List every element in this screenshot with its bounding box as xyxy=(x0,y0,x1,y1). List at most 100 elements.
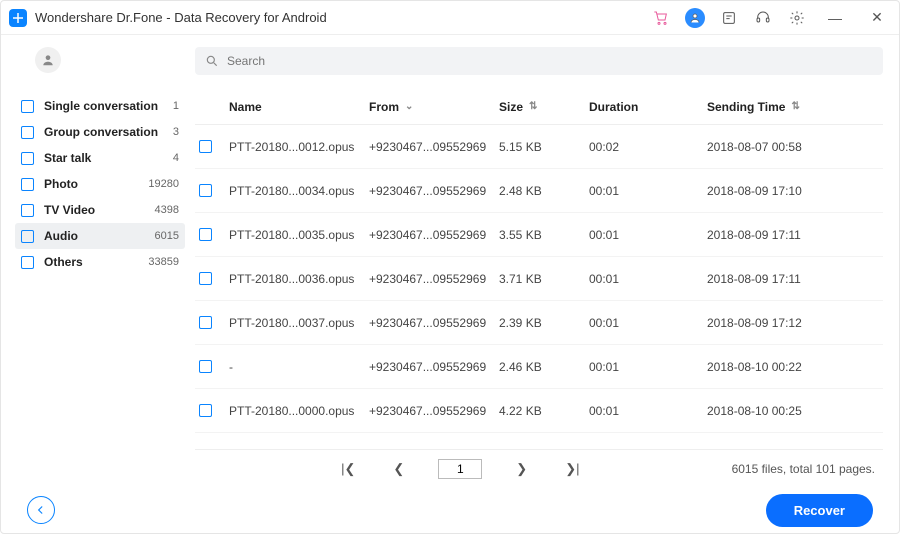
support-icon[interactable] xyxy=(753,8,773,28)
app-logo xyxy=(9,9,27,27)
sidebar-item-count: 33859 xyxy=(148,256,179,268)
cell-from: +9230467...09552969 xyxy=(369,404,499,418)
row-checkbox[interactable] xyxy=(199,404,212,417)
cell-sending-time: 2018-08-09 17:11 xyxy=(689,272,859,286)
cell-sending-time: 2018-08-09 17:12 xyxy=(689,316,859,330)
column-duration[interactable]: Duration xyxy=(589,100,689,114)
checkbox[interactable] xyxy=(21,256,34,269)
sidebar-item-single-conversation[interactable]: Single conversation1 xyxy=(15,93,185,119)
column-name[interactable]: Name xyxy=(229,100,369,114)
row-checkbox[interactable] xyxy=(199,228,212,241)
row-checkbox[interactable] xyxy=(199,316,212,329)
sidebar-item-count: 19280 xyxy=(148,178,179,190)
sidebar-item-count: 1 xyxy=(173,100,179,112)
pager-page-input[interactable] xyxy=(438,459,482,479)
checkbox[interactable] xyxy=(21,126,34,139)
pager-last-button[interactable]: ❯| xyxy=(561,459,583,479)
content-pane: Name From⌄ Size⇅ Duration Sending Time⇅ … xyxy=(191,35,899,487)
sidebar-item-label: Audio xyxy=(44,229,155,243)
cell-name: PTT-20180...0036.opus xyxy=(229,272,369,286)
cell-name: PTT-20180...0012.opus xyxy=(229,140,369,154)
row-checkbox[interactable] xyxy=(199,360,212,373)
titlebar-actions: — ✕ xyxy=(651,8,891,28)
cell-duration: 00:01 xyxy=(589,316,689,330)
cell-sending-time: 2018-08-10 00:22 xyxy=(689,360,859,374)
search-input[interactable] xyxy=(227,54,873,68)
sidebar-item-count: 4 xyxy=(173,152,179,164)
close-button[interactable]: ✕ xyxy=(863,9,891,26)
user-avatar-icon[interactable] xyxy=(685,8,705,28)
pager-next-button[interactable]: ❯ xyxy=(512,459,531,479)
cell-duration: 00:01 xyxy=(589,272,689,286)
cell-name: PTT-20180...0034.opus xyxy=(229,184,369,198)
recover-button[interactable]: Recover xyxy=(766,494,873,527)
settings-icon[interactable] xyxy=(787,8,807,28)
cell-sending-time: 2018-08-09 17:11 xyxy=(689,228,859,242)
table-header: Name From⌄ Size⇅ Duration Sending Time⇅ xyxy=(195,89,883,125)
cell-name: - xyxy=(229,360,369,374)
cell-size: 5.15 KB xyxy=(499,140,589,154)
table-row[interactable]: PTT-20180...0037.opus+9230467...09552969… xyxy=(195,301,883,345)
sidebar-item-count: 3 xyxy=(173,126,179,138)
row-checkbox[interactable] xyxy=(199,272,212,285)
search-field[interactable] xyxy=(195,47,883,75)
checkbox[interactable] xyxy=(21,100,34,113)
sidebar-item-label: Single conversation xyxy=(44,99,173,113)
checkbox[interactable] xyxy=(21,178,34,191)
arrow-left-icon xyxy=(34,503,48,517)
checkbox[interactable] xyxy=(21,204,34,217)
sidebar-item-star-talk[interactable]: Star talk4 xyxy=(15,145,185,171)
table-row[interactable]: -+9230467...095529692.46 KB00:012018-08-… xyxy=(195,345,883,389)
sidebar-item-others[interactable]: Others33859 xyxy=(15,249,185,275)
checkbox[interactable] xyxy=(21,230,34,243)
column-sending-time[interactable]: Sending Time⇅ xyxy=(689,100,800,114)
table-row[interactable]: PTT-20180...0000.opus+9230467...09552969… xyxy=(195,389,883,433)
cell-from: +9230467...09552969 xyxy=(369,272,499,286)
table-row[interactable]: PTT-20180...0012.opus+9230467...09552969… xyxy=(195,125,883,169)
cell-from: +9230467...09552969 xyxy=(369,228,499,242)
cell-size: 3.55 KB xyxy=(499,228,589,242)
cell-size: 2.48 KB xyxy=(499,184,589,198)
cart-icon[interactable] xyxy=(651,8,671,28)
cell-sending-time: 2018-08-10 00:25 xyxy=(689,404,859,418)
search-icon xyxy=(205,54,219,68)
app-title: Wondershare Dr.Fone - Data Recovery for … xyxy=(35,10,327,25)
sidebar-item-tv-video[interactable]: TV Video4398 xyxy=(15,197,185,223)
sort-icon: ⇅ xyxy=(791,101,799,112)
sidebar-item-photo[interactable]: Photo19280 xyxy=(15,171,185,197)
sidebar-item-label: TV Video xyxy=(44,203,155,217)
cell-size: 4.22 KB xyxy=(499,404,589,418)
sidebar-item-label: Star talk xyxy=(44,151,173,165)
table-row[interactable]: PTT-20180...0036.opus+9230467...09552969… xyxy=(195,257,883,301)
table-row[interactable]: PTT-20180...0035.opus+9230467...09552969… xyxy=(195,213,883,257)
contact-icon[interactable] xyxy=(35,47,61,73)
sidebar-item-count: 6015 xyxy=(155,230,179,242)
cell-from: +9230467...09552969 xyxy=(369,184,499,198)
cell-from: +9230467...09552969 xyxy=(369,316,499,330)
pager-first-button[interactable]: |❮ xyxy=(337,459,359,479)
sort-icon: ⇅ xyxy=(529,101,537,112)
table-body: PTT-20180...0012.opus +9230467...09552969… xyxy=(195,125,883,449)
sidebar-item-label: Others xyxy=(44,255,148,269)
cell-name: PTT-20180...0035.opus xyxy=(229,228,369,242)
sidebar-item-audio[interactable]: Audio6015 xyxy=(15,223,185,249)
column-from[interactable]: From⌄ xyxy=(369,100,499,114)
cell-duration: 00:01 xyxy=(589,360,689,374)
cell-sending-time: 2018-08-07 00:58 xyxy=(689,140,859,154)
checkbox[interactable] xyxy=(21,152,34,165)
minimize-button[interactable]: — xyxy=(821,10,849,26)
back-button[interactable] xyxy=(27,496,55,524)
column-size[interactable]: Size⇅ xyxy=(499,100,589,114)
feedback-icon[interactable] xyxy=(719,8,739,28)
cell-size: 2.39 KB xyxy=(499,316,589,330)
sidebar-item-group-conversation[interactable]: Group conversation3 xyxy=(15,119,185,145)
cell-size: 3.71 KB xyxy=(499,272,589,286)
pager-prev-button[interactable]: ❮ xyxy=(389,459,408,479)
cell-name: PTT-20180...0037.opus xyxy=(229,316,369,330)
row-checkbox[interactable] xyxy=(199,140,212,153)
table-row[interactable]: PTT-20180...0034.opus+9230467...09552969… xyxy=(195,169,883,213)
pager-summary: 6015 files, total 101 pages. xyxy=(732,462,875,476)
sidebar-item-label: Group conversation xyxy=(44,125,173,139)
row-checkbox[interactable] xyxy=(199,184,212,197)
chevron-down-icon: ⌄ xyxy=(405,101,413,112)
